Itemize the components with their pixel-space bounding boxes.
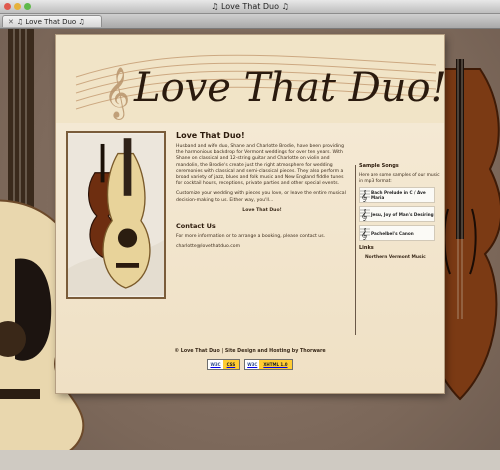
song-item-jesu[interactable]: 𝄞 Jesu, Joy of Man's Desiring <box>359 206 435 223</box>
validation-badges: W3C CSS W3C XHTML 1.0 <box>56 359 444 370</box>
badge-w3c-label: W3C <box>245 360 260 369</box>
tab-bar: ✕ ♫ Love That Duo ♫ <box>0 14 500 29</box>
svg-text:𝄞: 𝄞 <box>361 228 368 240</box>
close-tab-icon[interactable]: ✕ <box>8 18 14 26</box>
css-validator-badge[interactable]: W3C CSS <box>207 359 241 370</box>
tab-label: ♫ Love That Duo ♫ <box>16 18 85 26</box>
page-bottom-strip <box>0 450 500 470</box>
song-title: Bach Prelude in C / Ave Maria <box>371 190 426 201</box>
badge-xhtml-label: XHTML 1.0 <box>259 360 292 369</box>
browser-tab[interactable]: ✕ ♫ Love That Duo ♫ <box>2 15 102 27</box>
music-note-icon: 𝄞 <box>360 209 370 221</box>
main-heading: Love That Duo! <box>176 131 245 140</box>
tagline: Love That Duo! <box>242 207 282 213</box>
customize-paragraph: Customize your wedding with pieces you l… <box>176 191 346 203</box>
close-window-button[interactable] <box>4 3 11 10</box>
badge-w3c-label: W3C <box>208 360 223 369</box>
window-title: ♫ Love That Duo ♫ <box>211 2 289 11</box>
footer: © Love That Duo | Site Design and Hostin… <box>56 349 444 370</box>
contact-heading: Contact Us <box>176 221 216 230</box>
content-panel: 𝄞 Love That Duo! Love That Duo! Husband … <box>56 35 444 393</box>
intro-paragraph: Husband and wife duo, Shane and Charlott… <box>176 144 345 187</box>
song-title: Jesu, Joy of Man's Desiring <box>371 211 434 217</box>
email-link[interactable]: charlotte@lovethatduo.com <box>176 244 348 249</box>
banner-title: Love That Duo! <box>133 65 444 111</box>
song-item-pachelbel[interactable]: 𝄞 Pachelbel's Canon <box>359 225 435 242</box>
music-note-icon: 𝄞 <box>360 228 370 240</box>
contact-text: For more information or to arrange a boo… <box>176 233 326 239</box>
zoom-window-button[interactable] <box>24 3 31 10</box>
window-controls <box>4 3 31 10</box>
music-note-icon: 𝄞 <box>360 190 370 202</box>
sidebar: Sample Songs Here are some samples of ou… <box>359 163 441 260</box>
svg-text:𝄞: 𝄞 <box>361 209 368 221</box>
badge-css-label: CSS <box>222 360 240 369</box>
duo-instruments-photo <box>66 131 166 299</box>
song-title: Pachelbel's Canon <box>371 230 414 236</box>
samples-heading: Sample Songs <box>359 163 399 169</box>
samples-intro: Here are some samples of our music in mp… <box>359 173 440 184</box>
window-titlebar: ♫ Love That Duo ♫ <box>0 0 500 14</box>
links-heading: Links <box>359 245 374 252</box>
svg-text:𝄞: 𝄞 <box>361 190 368 202</box>
minimize-window-button[interactable] <box>14 3 21 10</box>
footer-credits: © Love That Duo | Site Design and Hostin… <box>174 349 326 354</box>
page-viewport: 𝄞 Love That Duo! Love That Duo! Husband … <box>0 29 500 470</box>
treble-clef-icon: 𝄞 <box>104 67 130 120</box>
main-content: Love That Duo! Husband and wife duo, Sha… <box>176 131 348 249</box>
column-divider <box>355 165 356 335</box>
northern-vermont-music-link[interactable]: Northern Vermont Music <box>365 255 441 260</box>
song-item-bach[interactable]: 𝄞 Bach Prelude in C / Ave Maria <box>359 187 435 204</box>
xhtml-validator-badge[interactable]: W3C XHTML 1.0 <box>244 359 293 370</box>
site-banner: 𝄞 Love That Duo! <box>56 35 444 123</box>
